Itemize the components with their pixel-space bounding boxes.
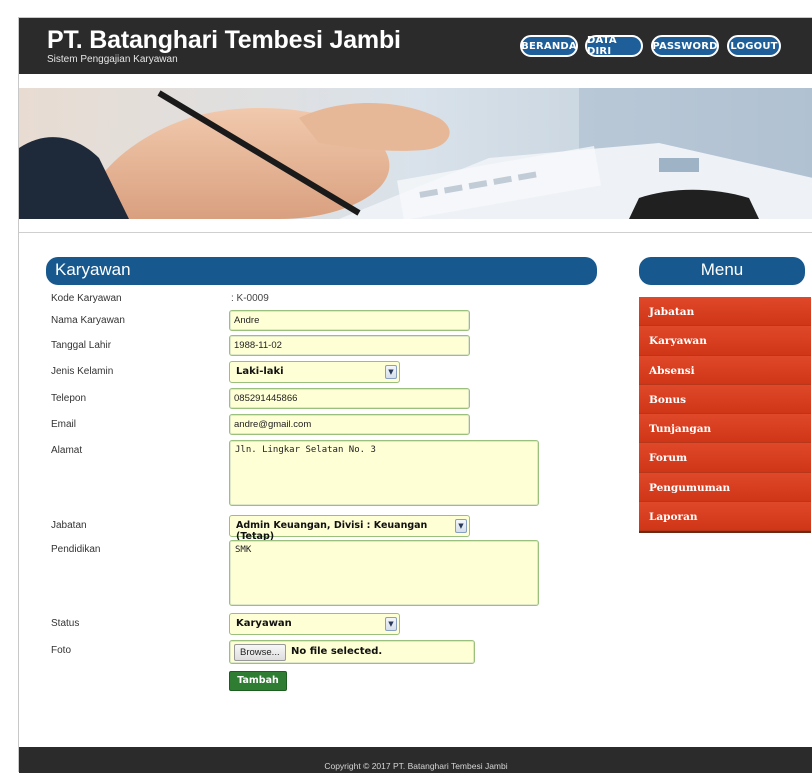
main-content: Karyawan Kode Karyawan : K-0009 Nama Kar… bbox=[19, 232, 812, 732]
page-frame: PT. Batanghari Tembesi Jambi Sistem Peng… bbox=[18, 17, 812, 773]
status-selected: Karyawan bbox=[236, 618, 292, 629]
label-jenis-kelamin: Jenis Kelamin bbox=[51, 366, 114, 377]
sidebar-item-laporan[interactable]: Laporan bbox=[639, 502, 811, 532]
sidebar-item-absensi[interactable]: Absensi bbox=[639, 355, 811, 385]
pendidikan-textarea[interactable]: SMK bbox=[229, 540, 539, 606]
jenis-kelamin-selected: Laki-laki bbox=[236, 366, 284, 377]
label-alamat: Alamat bbox=[51, 445, 83, 456]
sidebar-item-forum[interactable]: Forum bbox=[639, 443, 811, 473]
site-subtitle: Sistem Penggajian Karyawan bbox=[47, 54, 178, 65]
site-header: PT. Batanghari Tembesi Jambi Sistem Peng… bbox=[19, 18, 812, 74]
sidebar-item-pengumuman[interactable]: Pengumuman bbox=[639, 472, 811, 503]
jabatan-select[interactable]: Admin Keuangan, Divisi : Keuangan (Tetap… bbox=[229, 515, 470, 542]
label-foto: Foto bbox=[51, 645, 72, 656]
telepon-input[interactable]: 085291445866 bbox=[229, 388, 470, 409]
nama-karyawan-input[interactable]: Andre bbox=[229, 310, 470, 331]
chevron-down-icon: ▼ bbox=[455, 519, 467, 533]
label-nama-karyawan: Nama Karyawan bbox=[51, 315, 125, 326]
kode-karyawan-value: : K-0009 bbox=[231, 293, 269, 304]
email-input[interactable]: andre@gmail.com bbox=[229, 414, 470, 435]
sidebar-menu: Jabatan Karyawan Absensi Bonus Tunjangan… bbox=[639, 297, 811, 534]
label-tanggal-lahir: Tanggal Lahir bbox=[51, 340, 112, 351]
banner-photo-illustration bbox=[19, 88, 812, 219]
section-title-bar: Karyawan bbox=[46, 257, 597, 285]
nav-beranda-button[interactable]: BERANDA bbox=[520, 35, 578, 57]
label-kode-karyawan: Kode Karyawan bbox=[51, 293, 122, 304]
sidebar-item-tunjangan[interactable]: Tunjangan bbox=[639, 414, 811, 444]
sidebar-item-jabatan[interactable]: Jabatan bbox=[639, 297, 811, 327]
nav-password-button[interactable]: PASSWORD bbox=[651, 35, 719, 57]
label-jabatan: Jabatan bbox=[51, 520, 87, 531]
status-select[interactable]: Karyawan ▼ bbox=[229, 613, 400, 635]
site-footer: Copyright © 2017 PT. Batanghari Tembesi … bbox=[19, 747, 812, 773]
browse-button[interactable]: Browse... bbox=[234, 644, 286, 661]
chevron-down-icon: ▼ bbox=[385, 617, 397, 631]
alamat-textarea[interactable]: Jln. Lingkar Selatan No. 3 bbox=[229, 440, 539, 506]
file-status-text: No file selected. bbox=[291, 646, 383, 657]
banner-image bbox=[19, 88, 812, 219]
nav-data-diri-button[interactable]: DATA DIRI bbox=[585, 35, 643, 57]
tambah-button[interactable]: Tambah bbox=[229, 671, 287, 691]
sidebar-item-bonus[interactable]: Bonus bbox=[639, 384, 811, 415]
label-pendidikan: Pendidikan bbox=[51, 544, 101, 555]
nav-logout-button[interactable]: LOGOUT bbox=[727, 35, 781, 57]
site-title: PT. Batanghari Tembesi Jambi bbox=[47, 26, 401, 54]
jenis-kelamin-select[interactable]: Laki-laki ▼ bbox=[229, 361, 400, 383]
label-status: Status bbox=[51, 618, 80, 629]
menu-title-bar: Menu bbox=[639, 257, 805, 285]
jabatan-selected: Admin Keuangan, Divisi : Keuangan (Tetap… bbox=[236, 520, 428, 542]
chevron-down-icon: ▼ bbox=[385, 365, 397, 379]
label-email: Email bbox=[51, 419, 77, 430]
foto-file-input[interactable]: Browse... No file selected. bbox=[229, 640, 475, 664]
tanggal-lahir-input[interactable]: 1988-11-02 bbox=[229, 335, 470, 356]
sidebar-item-karyawan[interactable]: Karyawan bbox=[639, 326, 811, 356]
label-telepon: Telepon bbox=[51, 393, 87, 404]
